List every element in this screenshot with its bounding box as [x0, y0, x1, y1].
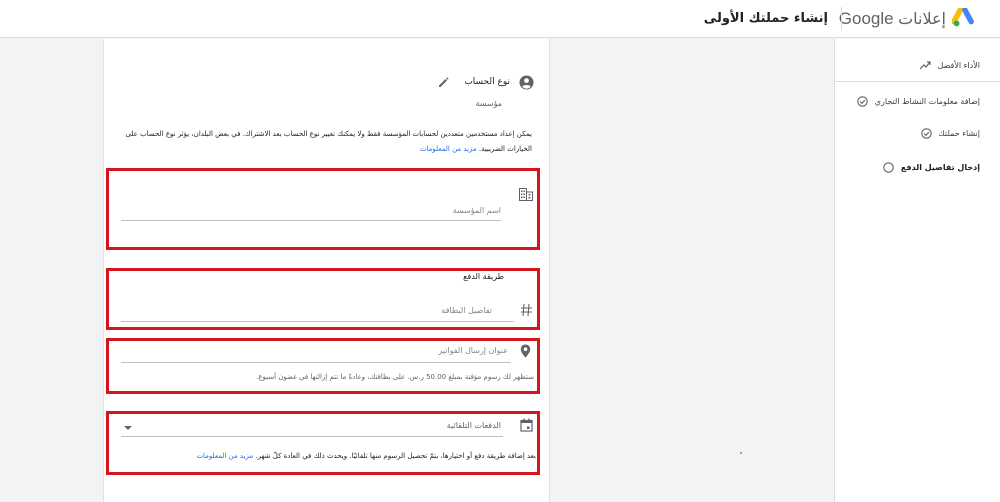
- stepper-item-label: الأداء الأفضل: [937, 60, 980, 70]
- stepper-divider: [835, 81, 1000, 82]
- organization-input-underline: [121, 220, 501, 221]
- organization-name-input[interactable]: اسم المؤسسة: [453, 206, 501, 215]
- edit-pencil-icon[interactable]: [437, 76, 450, 89]
- check-circle-icon: [920, 127, 932, 139]
- check-circle-icon: [857, 95, 869, 107]
- stepper-item-label: إنشاء حملتك: [938, 128, 980, 138]
- learn-more-link[interactable]: مزيد من المعلومات: [196, 452, 253, 460]
- page-title: إنشاء حملتك الأولى: [703, 11, 828, 26]
- payments-select-underline: [121, 436, 503, 437]
- account-circle-icon: [519, 75, 534, 90]
- stepper-item-label: إضافة معلومات النشاط التجاري: [874, 96, 980, 106]
- stepper-item-best-performance[interactable]: الأداء الأفضل: [920, 59, 980, 71]
- location-pin-icon: [520, 344, 531, 358]
- brand-ads-label: إعلانات: [898, 11, 946, 28]
- stray-dot: [740, 452, 742, 454]
- stepper-item-label: إدخال تفاصيل الدفع: [900, 162, 980, 172]
- payment-method-label: طريقة الدفع: [463, 272, 504, 281]
- account-type-note: يمكن إعداد مستخدمين متعددين لحسابات المؤ…: [112, 127, 532, 157]
- hash-icon: [521, 303, 532, 317]
- calendar-icon: [520, 418, 533, 432]
- billing-input-underline: [121, 362, 511, 363]
- account-type-title: نوع الحساب: [464, 77, 510, 87]
- building-icon: [519, 188, 533, 201]
- payments-setting-select[interactable]: الدفعات التلقائية: [447, 421, 501, 430]
- brand-name: إعلانات Google: [839, 9, 946, 29]
- card-details-input[interactable]: تفاصيل البطاقة: [441, 306, 492, 315]
- circle-icon: [883, 161, 895, 173]
- header-divider: [841, 7, 842, 31]
- stepper-item-create-campaign[interactable]: إنشاء حملتك: [920, 127, 980, 139]
- stepper-item-business-info[interactable]: إضافة معلومات النشاط التجاري: [857, 95, 980, 107]
- google-ads-logo-icon[interactable]: [952, 8, 974, 28]
- progress-stepper: الأداء الأفضل إضافة معلومات النشاط التجا…: [834, 39, 1000, 502]
- brand-google-label: Google: [838, 9, 894, 28]
- stepper-item-payment-details[interactable]: إدخال تفاصيل الدفع: [883, 161, 980, 173]
- automatic-payments-helper-text: بعد إضافة طريقة دفع أو اختيارها، يتمّ تح…: [255, 452, 536, 460]
- automatic-payments-helper: بعد إضافة طريقة دفع أو اختيارها، يتمّ تح…: [196, 452, 536, 460]
- temporary-charge-helper: ستظهر لك رسوم مؤقتة بمبلغ 50.00 ر.س. على…: [256, 373, 534, 381]
- billing-address-input[interactable]: عنوان إرسال الفواتير: [438, 346, 508, 355]
- learn-more-link[interactable]: مزيد من المعلومات: [420, 145, 477, 153]
- account-type-value: مؤسسة: [475, 99, 502, 108]
- chevron-down-icon[interactable]: [124, 426, 132, 430]
- top-bar: إعلانات Google إنشاء حملتك الأولى: [0, 0, 1000, 38]
- card-input-underline: [121, 321, 514, 322]
- trend-icon: [920, 59, 932, 71]
